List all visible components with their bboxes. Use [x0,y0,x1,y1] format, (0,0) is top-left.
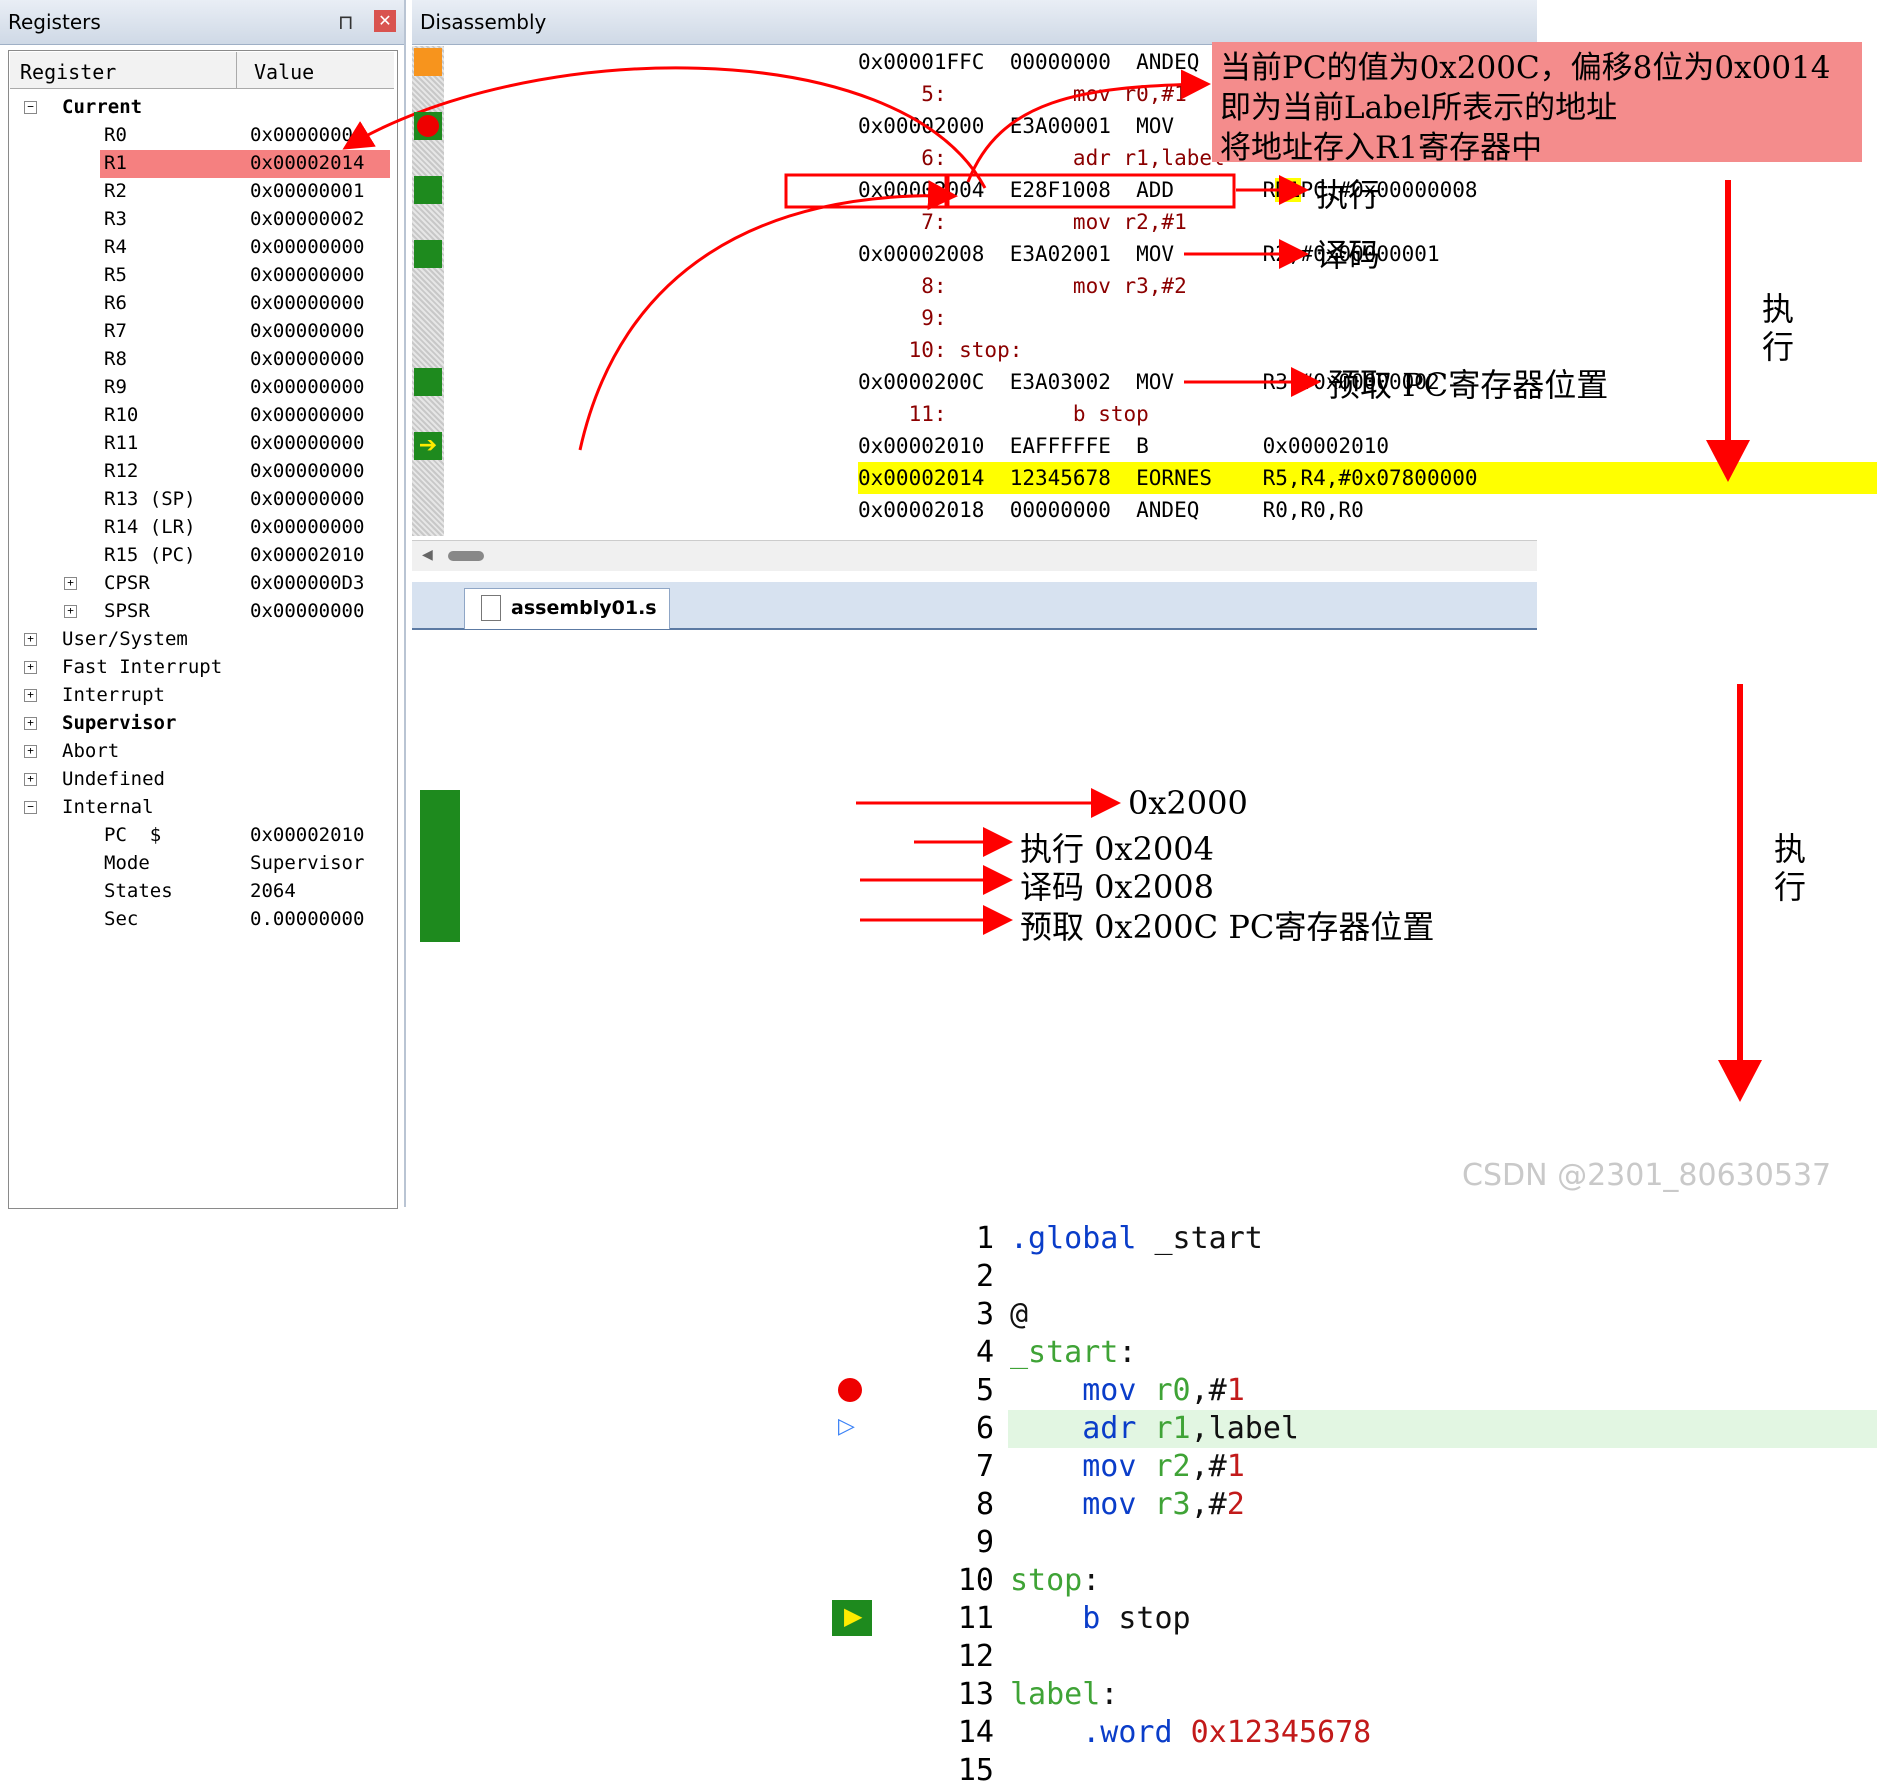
code-token: : [1100,1677,1119,1712]
code-token: mov [1010,1449,1155,1484]
executed-marker-icon[interactable] [414,176,442,204]
line-number: 13 [957,1677,994,1712]
code-token: stop [1118,1601,1191,1636]
code-token: _start [1010,1335,1119,1370]
executed-marker-icon[interactable] [414,240,442,268]
code-line[interactable]: label: [1010,1676,1118,1714]
line-number: 6 [975,1411,994,1446]
executed-marker-icon[interactable] [414,368,442,396]
pc-arrow-icon: ▶ [844,1602,863,1630]
code-token: ,# [1190,1487,1227,1522]
side-arrow-top [1706,180,1750,482]
current-line-icon: ▷ [838,1414,855,1439]
code-line[interactable]: .global _start [1010,1220,1263,1258]
code-token: adr [1010,1411,1155,1446]
code-token: mov [1010,1373,1155,1408]
code-token: r1 [1154,1411,1191,1446]
code-token: _start [1136,1221,1263,1256]
code-token: 1 [1226,1449,1245,1484]
code-token: 0x12345678 [1190,1715,1372,1750]
code-line[interactable]: mov r0,#1 [1010,1372,1245,1410]
line-number: 14 [957,1715,994,1750]
line-number: 7 [975,1449,994,1484]
operand-box [946,173,1236,209]
code-line[interactable]: mov r2,#1 [1010,1448,1245,1486]
breakpoint-dot [417,115,439,137]
code-token: b [1010,1601,1119,1636]
code-token: 1 [1226,1373,1245,1408]
code-token: mov [1010,1487,1155,1522]
line-number: 12 [957,1639,994,1674]
line-number: 8 [975,1487,994,1522]
code-line[interactable]: _start: [1010,1334,1136,1372]
code-token: r3 [1154,1487,1191,1522]
code-token: r0 [1154,1373,1191,1408]
current-position-icon[interactable] [414,48,442,76]
code-token: ,label [1190,1411,1299,1446]
line-number: 9 [975,1525,994,1560]
pc-arrow-icon[interactable]: ➔ [414,432,442,460]
side-arrow-bottom [1718,684,1762,1102]
arrow-b-to-r1 [578,180,958,451]
breakpoint-icon[interactable] [838,1378,862,1402]
add-box [784,173,948,209]
pc-marker-bar: ▶ [832,1600,872,1636]
line-number: 2 [975,1259,994,1294]
code-line[interactable]: @ [1010,1296,1028,1334]
code-token: ,# [1190,1373,1227,1408]
code-token: .global [1010,1221,1137,1256]
line-number: 11 [957,1601,994,1636]
code-token: stop [1010,1563,1083,1598]
code-token: label [1010,1677,1101,1712]
code-token: .word [1010,1715,1191,1750]
line-number: 1 [975,1221,994,1256]
code-token: 2 [1226,1487,1245,1522]
code-token: r2 [1154,1449,1191,1484]
code-token: ,# [1190,1449,1227,1484]
code-line[interactable]: b stop [1010,1600,1191,1638]
code-token: : [1082,1563,1101,1598]
code-line[interactable]: adr r1,label [1010,1410,1299,1448]
line-number: 5 [975,1373,994,1408]
code-line[interactable]: mov r3,#2 [1010,1486,1245,1524]
line-number: 4 [975,1335,994,1370]
code-line[interactable]: stop: [1010,1562,1100,1600]
line-number: 15 [957,1753,994,1788]
line-number: 10 [957,1563,994,1598]
line-number: 3 [975,1297,994,1332]
code-token: : [1118,1335,1137,1370]
breakpoint-icon[interactable] [414,112,442,140]
annotation-arrows [342,66,1762,1102]
arrow-r1-to-note [966,69,1211,183]
code-line[interactable]: .word 0x12345678 [1010,1714,1371,1752]
code-token: @ [1010,1297,1029,1332]
